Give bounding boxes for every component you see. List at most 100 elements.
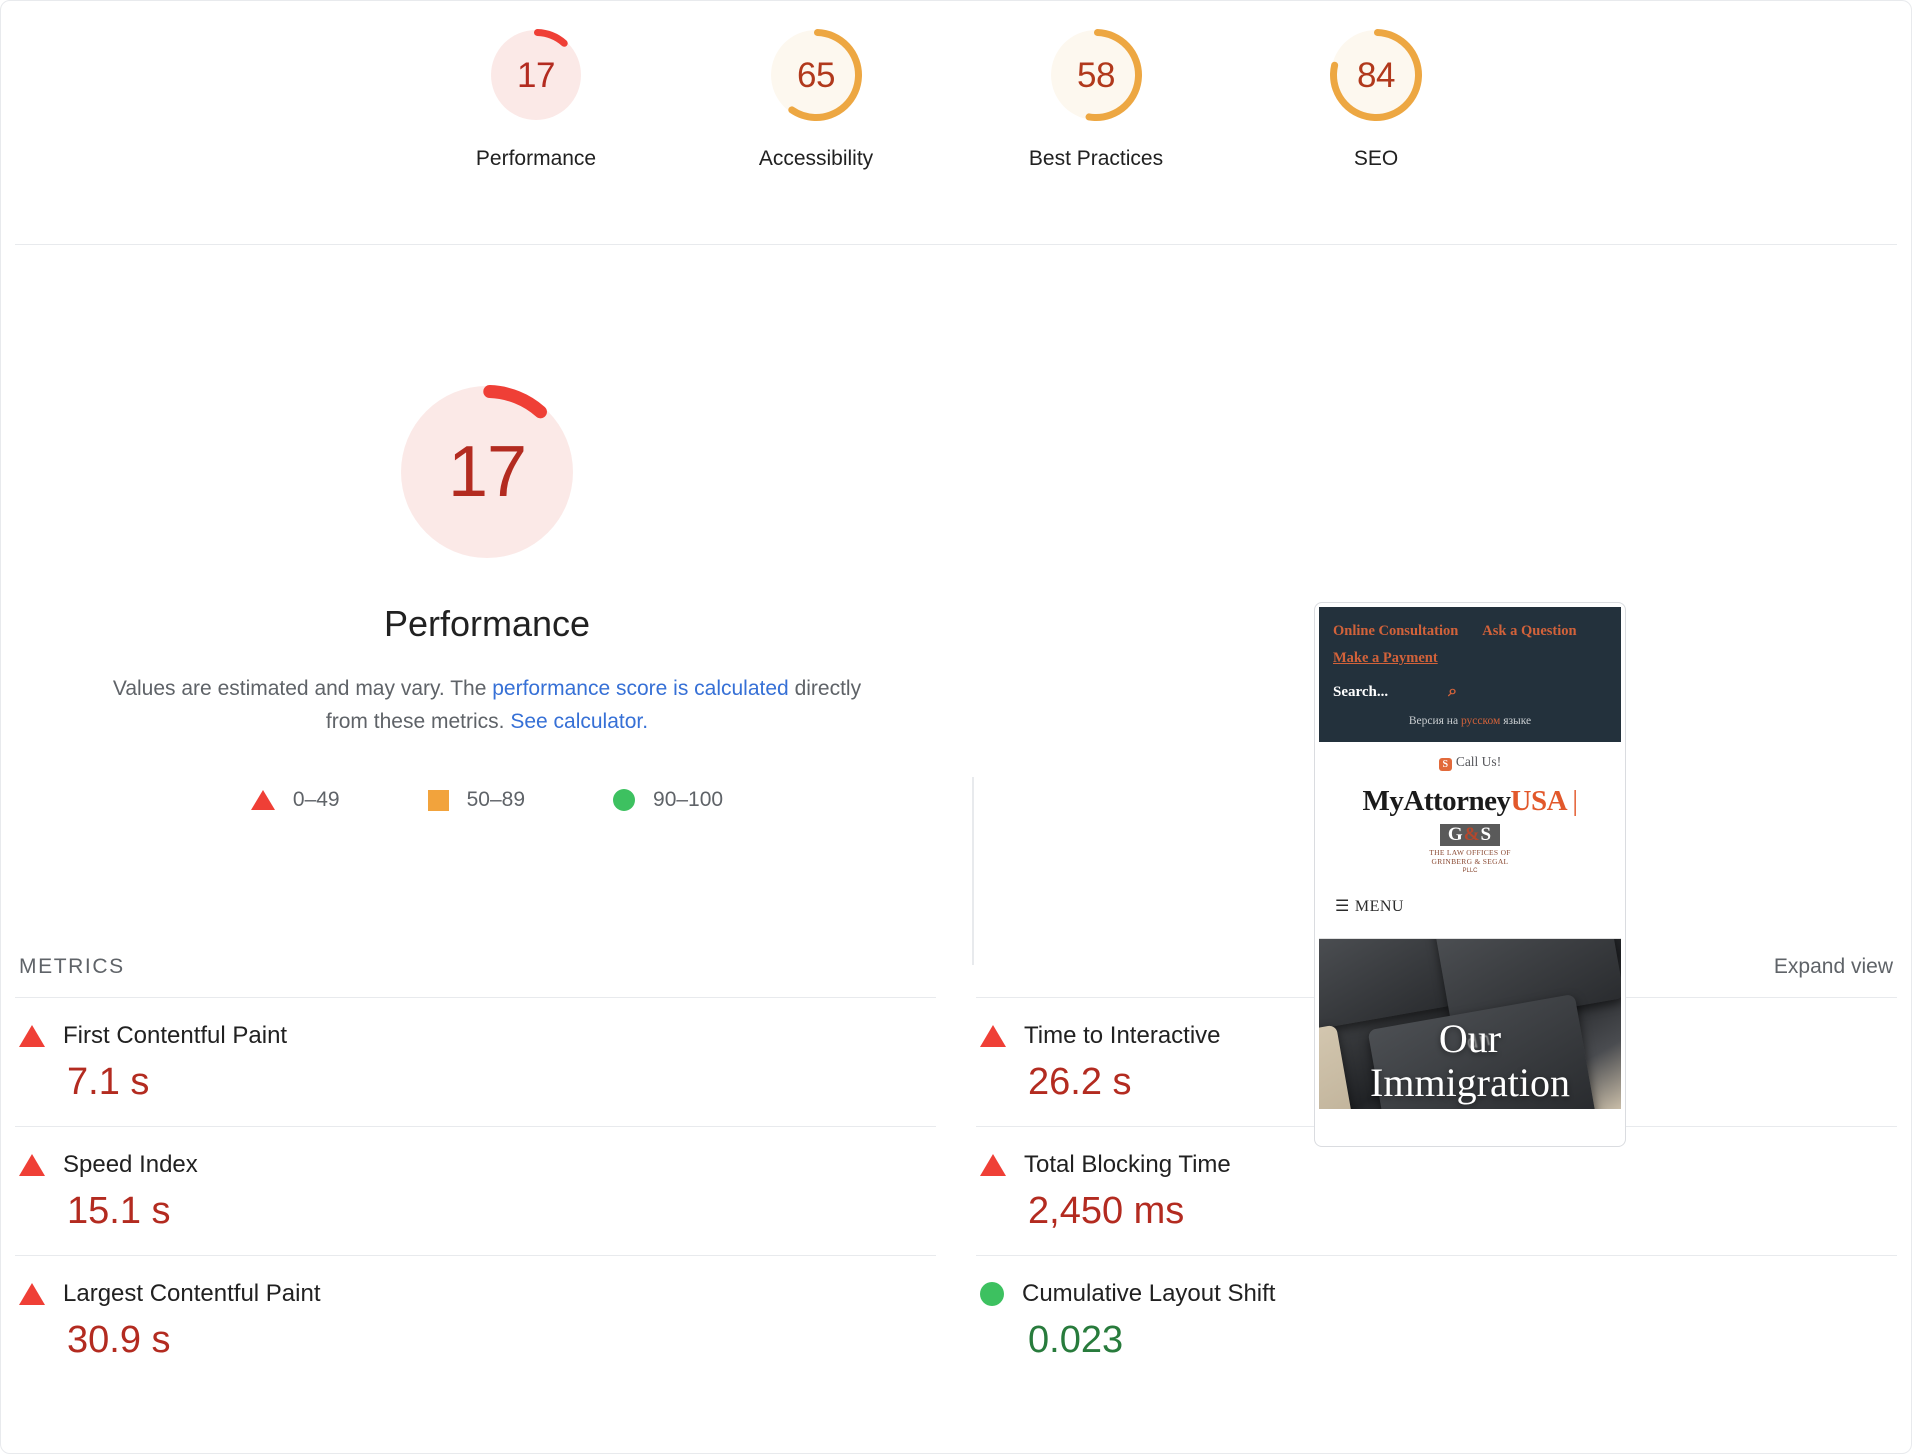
site-search-row: Search... ⌕: [1333, 683, 1607, 701]
site-menu-button: ☰ MENU: [1319, 896, 1621, 939]
legend-item-square: 50–89: [427, 788, 526, 812]
firm-logo-subtitle: THE LAW OFFICES OF GRINBERG & SEGAL: [1415, 848, 1525, 867]
russian-suffix: языке: [1500, 715, 1532, 727]
skype-icon: S: [1438, 758, 1452, 771]
hero-title-line1: Our: [1438, 1015, 1502, 1061]
performance-title: Performance: [383, 603, 591, 644]
legend-item-triangle: 0–49: [250, 788, 340, 812]
performance-score-block: 17 Performance Values are estimated and …: [1, 245, 973, 812]
square-icon: [427, 789, 449, 811]
gauge-ring: 65: [770, 29, 862, 121]
metric-header: Largest Contentful Paint: [19, 1280, 932, 1308]
search-icon: ⌕: [1448, 683, 1458, 700]
performance-gauge: 17: [400, 385, 574, 559]
brand-accent: USA: [1510, 785, 1566, 817]
gauge-label: Best Practices: [1028, 147, 1164, 170]
description-prefix: Values are estimated and may vary. The: [112, 677, 493, 700]
metrics-section-title: METRICS: [19, 955, 125, 978]
metric-value: 15.1 s: [67, 1189, 171, 1232]
metric-value: 30.9 s: [67, 1318, 171, 1361]
category-gauges-row: 17 Performance 65 Accessibility 58 Best Pra…: [15, 1, 1897, 171]
gauge-score: 58: [1077, 55, 1115, 95]
site-topbar: Online Consultation Ask a Question Make …: [1319, 607, 1621, 742]
lighthouse-report-card: 17 Performance 65 Accessibility 58 Best Pra…: [0, 0, 1912, 1454]
gauge-score: 17: [517, 55, 555, 95]
hamburger-icon: ☰: [1335, 897, 1350, 915]
brand-main: MyAttorney: [1362, 785, 1512, 817]
site-link-ask-a-question: Ask a Question: [1482, 623, 1577, 639]
legend-item-circle: 90–100: [613, 788, 723, 812]
site-call-us: S Call Us!: [1319, 754, 1621, 771]
fail-triangle-icon: [980, 1153, 1006, 1176]
gauge-label: Performance: [475, 147, 597, 170]
expand-view-button[interactable]: Expand view: [1774, 955, 1893, 979]
category-gauge-seo[interactable]: 84 SEO: [1281, 29, 1471, 171]
vertical-divider: [972, 777, 974, 965]
gauge-label: Accessibility: [758, 147, 874, 170]
fail-triangle-icon: [19, 1153, 45, 1176]
triangle-icon: [250, 790, 275, 811]
metric-name: Cumulative Layout Shift: [1022, 1279, 1276, 1307]
metric-item[interactable]: Largest Contentful Paint 30.9 s: [15, 1254, 936, 1384]
brand-bar: |: [1572, 785, 1578, 817]
russian-prefix: Версия на: [1408, 715, 1461, 727]
metric-item[interactable]: Cumulative Layout Shift 0.023: [976, 1254, 1897, 1384]
performance-gauge-score: 17: [447, 432, 527, 512]
logo-letter-g: G: [1447, 824, 1464, 845]
legend-range-label: 90–100: [653, 788, 724, 812]
firm-subtitle-line3: PLLC: [1462, 867, 1478, 874]
gauge-ring: 84: [1330, 29, 1422, 121]
metric-item[interactable]: Speed Index 15.1 s: [15, 1125, 936, 1255]
hero-title-line2: Immigration: [1370, 1059, 1570, 1105]
score-legend: 0–49 50–89 90–100: [250, 788, 723, 812]
russian-highlight: русском: [1460, 715, 1501, 727]
fail-triangle-icon: [980, 1025, 1006, 1047]
fail-triangle-icon: [19, 1025, 45, 1047]
firm-subtitle-line1: THE LAW OFFICES OF: [1429, 848, 1511, 857]
metric-value: 0.023: [1028, 1318, 1124, 1361]
menu-label: MENU: [1354, 897, 1404, 915]
pass-circle-icon: [980, 1281, 1004, 1306]
site-hero-image: dn Our Immigration: [1319, 938, 1621, 1109]
category-gauge-best-practices[interactable]: 58 Best Practices: [1001, 29, 1191, 171]
metric-name: Largest Contentful Paint: [63, 1279, 321, 1307]
category-gauge-accessibility[interactable]: 65 Accessibility: [721, 29, 911, 171]
metric-item[interactable]: First Contentful Paint 7.1 s: [15, 997, 936, 1126]
fail-triangle-icon: [19, 1282, 45, 1305]
metric-name: Speed Index: [63, 1150, 198, 1178]
call-us-label: Call Us!: [1455, 754, 1502, 769]
gauge-label: SEO: [1353, 147, 1399, 170]
firm-logo-mark: G&S: [1439, 824, 1501, 846]
site-link-online-consultation: Online Consultation: [1333, 623, 1459, 639]
legend-range-label: 0–49: [292, 788, 340, 812]
metric-value: 7.1 s: [67, 1061, 150, 1103]
site-brand-wordmark: MyAttorneyUSA |: [1319, 785, 1621, 818]
final-screenshot-thumbnail: Online Consultation Ask a Question Make …: [1314, 602, 1626, 1147]
metric-header: Cumulative Layout Shift: [980, 1280, 1893, 1308]
logo-letter-s: S: [1480, 824, 1493, 845]
category-gauges-strip: 17 Performance 65 Accessibility 58 Best Pra…: [15, 1, 1897, 245]
site-search-placeholder: Search...: [1333, 683, 1389, 700]
performance-score-calculated-link[interactable]: performance score is calculated: [492, 677, 788, 700]
legend-range-label: 50–89: [466, 788, 526, 812]
gauge-ring: 58: [1050, 29, 1142, 121]
metric-name: Time to Interactive: [1024, 1022, 1221, 1049]
thumbnail-viewport: Online Consultation Ask a Question Make …: [1319, 607, 1621, 1142]
site-firm-logo: G&S THE LAW OFFICES OF GRINBERG & SEGAL …: [1415, 824, 1525, 874]
circle-icon: [613, 789, 636, 812]
metric-name: First Contentful Paint: [63, 1022, 288, 1049]
site-russian-version-link: Версия на русском языке: [1333, 715, 1607, 727]
see-calculator-link[interactable]: See calculator.: [510, 710, 648, 733]
site-link-make-a-payment: Make a Payment: [1333, 650, 1438, 666]
performance-description: Values are estimated and may vary. The p…: [92, 673, 882, 738]
metric-value: 2,450 ms: [1028, 1189, 1185, 1232]
firm-subtitle-line2: GRINBERG & SEGAL: [1431, 857, 1509, 867]
category-gauge-performance[interactable]: 17 Performance: [441, 29, 631, 171]
site-utility-links: Online Consultation Ask a Question: [1333, 623, 1607, 640]
gauge-score: 84: [1357, 55, 1395, 95]
logo-ampersand: &: [1463, 824, 1481, 845]
metric-header: Total Blocking Time: [980, 1151, 1893, 1179]
gauge-ring: 17: [490, 29, 582, 121]
metric-name: Total Blocking Time: [1024, 1150, 1231, 1178]
gauge-score: 65: [797, 55, 835, 95]
